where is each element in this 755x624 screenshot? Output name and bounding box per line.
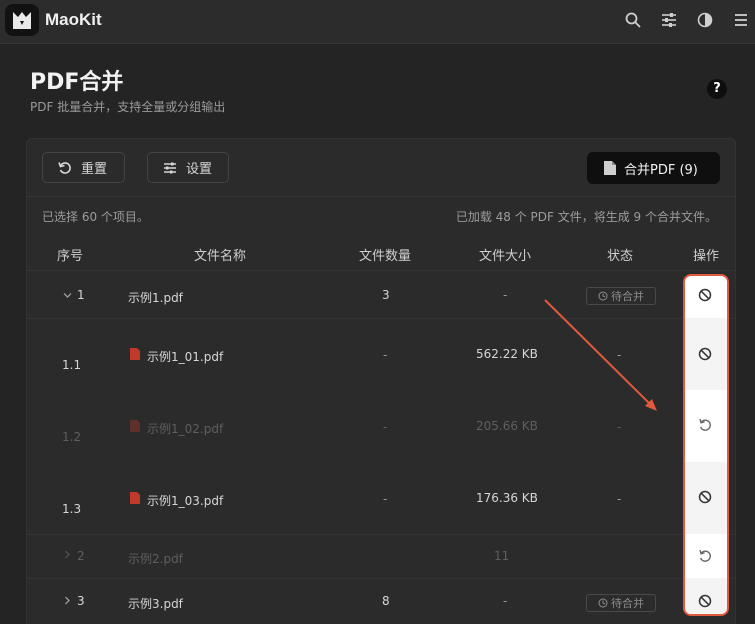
annotation-arrow-icon — [544, 299, 657, 411]
